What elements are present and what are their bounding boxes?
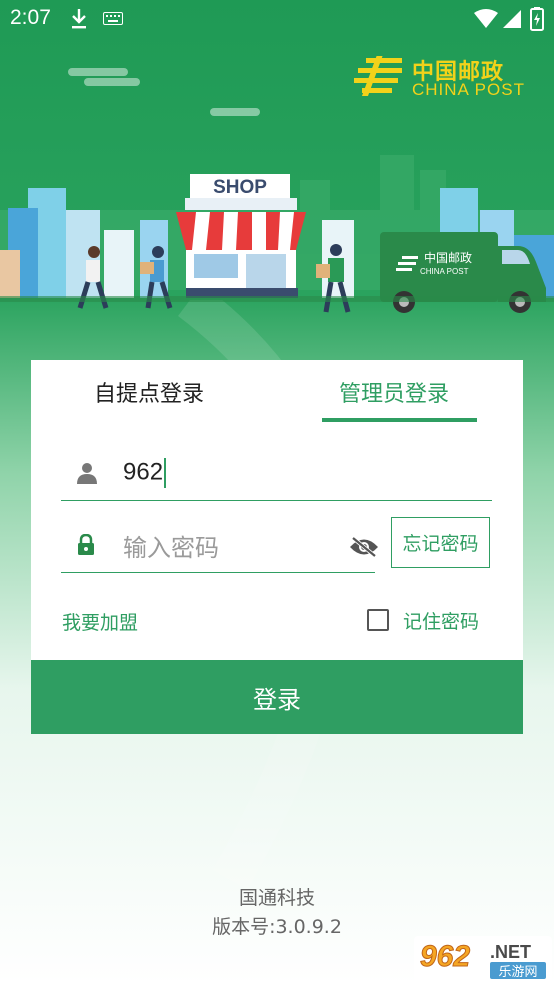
username-value: 962 — [123, 458, 164, 486]
checkbox-box[interactable] — [367, 609, 389, 631]
join-link[interactable]: 我要加盟 — [62, 608, 138, 635]
cloud — [84, 78, 140, 86]
password-field[interactable]: 输入密码 — [61, 520, 378, 573]
login-button[interactable]: 登录 — [31, 660, 523, 734]
site-watermark: 962 .NET 乐游网 — [414, 936, 552, 982]
username-field[interactable]: 962 — [61, 448, 492, 501]
status-bar: 2:07 — [0, 0, 554, 38]
footer-version: 版本号:3.0.9.2 — [212, 916, 342, 938]
text-cursor — [164, 458, 167, 488]
password-placeholder: 输入密码 — [123, 534, 219, 562]
active-tab-indicator — [322, 418, 477, 422]
signal-icon — [503, 10, 521, 28]
cloud — [210, 108, 260, 116]
truck-text-cn: 中国邮政 — [424, 250, 472, 265]
watermark-suffix: .NET — [490, 942, 531, 962]
footer-company: 国通科技 — [238, 887, 315, 909]
status-time: 2:07 — [10, 6, 51, 29]
keyboard-icon — [103, 12, 123, 25]
lock-icon — [78, 534, 94, 555]
remember-password-label: 记住密码 — [403, 610, 480, 633]
remember-password-checkbox[interactable]: 记住密码 — [367, 606, 479, 634]
wifi-icon — [474, 9, 498, 28]
hero-illustration: SHOP 中国邮政 CHINA POST — [0, 68, 554, 313]
login-card: 自提点登录 管理员登录 962 输入密码 忘记密码 我要加盟 记住密码 — [31, 360, 523, 660]
battery-icon — [530, 7, 544, 31]
watermark-sub: 乐游网 — [498, 965, 537, 980]
download-icon — [72, 9, 86, 29]
truck-text-en: CHINA POST — [420, 267, 469, 276]
tab-admin-login[interactable]: 管理员登录 — [339, 376, 449, 408]
tab-pickup-point-login[interactable]: 自提点登录 — [94, 376, 204, 408]
cloud — [68, 68, 128, 76]
forgot-password-button[interactable]: 忘记密码 — [391, 517, 490, 568]
watermark-brand: 962 — [420, 940, 470, 973]
visibility-off-icon[interactable] — [349, 536, 379, 558]
user-icon — [77, 463, 97, 484]
shop-sign-text: SHOP — [213, 177, 267, 198]
